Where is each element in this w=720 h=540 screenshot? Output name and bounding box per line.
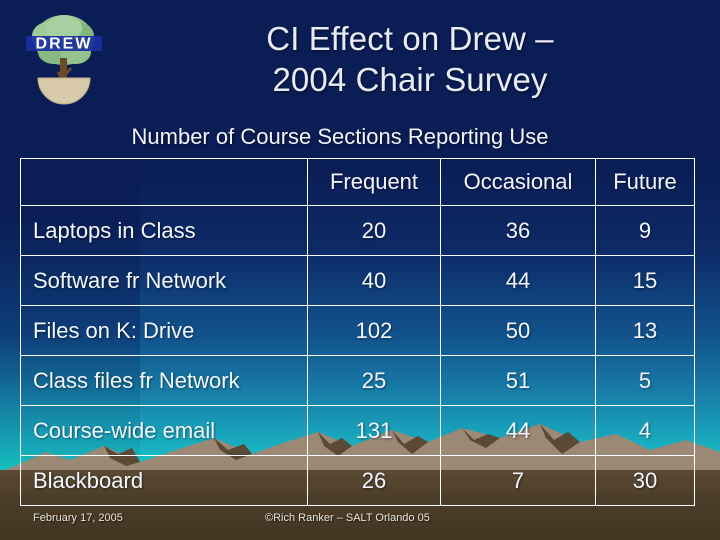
cell-frequent: 26 [307,455,441,506]
survey-results-table: Frequent Occasional Future Laptops in Cl… [20,158,695,506]
row-label: Files on K: Drive [20,305,308,356]
table-row: Laptops in Class 20 36 9 [20,205,695,256]
row-label: Course-wide email [20,405,308,456]
cell-occasional: 44 [440,405,596,456]
title-line-2: 2004 Chair Survey [272,61,548,98]
column-header-future: Future [595,158,695,206]
cell-future: 5 [595,355,695,406]
cell-occasional: 50 [440,305,596,356]
svg-text:DREW: DREW [36,36,93,53]
cell-future: 4 [595,405,695,456]
cell-future: 13 [595,305,695,356]
table-row: Files on K: Drive 102 50 13 [20,305,695,356]
slide-subtitle: Number of Course Sections Reporting Use [131,124,549,149]
cell-occasional: 36 [440,205,596,256]
table-row: Blackboard 26 7 30 [20,455,695,506]
cell-frequent: 131 [307,405,441,456]
cell-frequent: 102 [307,305,441,356]
footer-credit: ©Rich Ranker – SALT Orlando 05 [265,512,430,524]
cell-frequent: 40 [307,255,441,306]
column-header-occasional: Occasional [440,158,596,206]
row-label: Class files fr Network [20,355,308,406]
page-title: CI Effect on Drew – 2004 Chair Survey [140,18,680,100]
cell-future: 15 [595,255,695,306]
footer-date: February 17, 2005 [33,512,123,524]
cell-future: 9 [595,205,695,256]
presentation-slide: DREW CI Effect on Drew – 2004 Chair Surv… [0,0,720,540]
row-label: Laptops in Class [20,205,308,256]
cell-occasional: 7 [440,455,596,506]
table-corner-header [20,158,308,206]
table-header-row: Frequent Occasional Future [20,158,695,206]
cell-frequent: 20 [307,205,441,256]
title-line-1: CI Effect on Drew – [266,20,554,57]
cell-occasional: 44 [440,255,596,306]
cell-future: 30 [595,455,695,506]
row-label: Software fr Network [20,255,308,306]
column-header-frequent: Frequent [307,158,441,206]
cell-occasional: 51 [440,355,596,406]
table-row: Class files fr Network 25 51 5 [20,355,695,406]
row-label: Blackboard [20,455,308,506]
table-row: Software fr Network 40 44 15 [20,255,695,306]
drew-university-tree-logo: DREW [14,6,114,110]
table-row: Course-wide email 131 44 4 [20,405,695,456]
cell-frequent: 25 [307,355,441,406]
